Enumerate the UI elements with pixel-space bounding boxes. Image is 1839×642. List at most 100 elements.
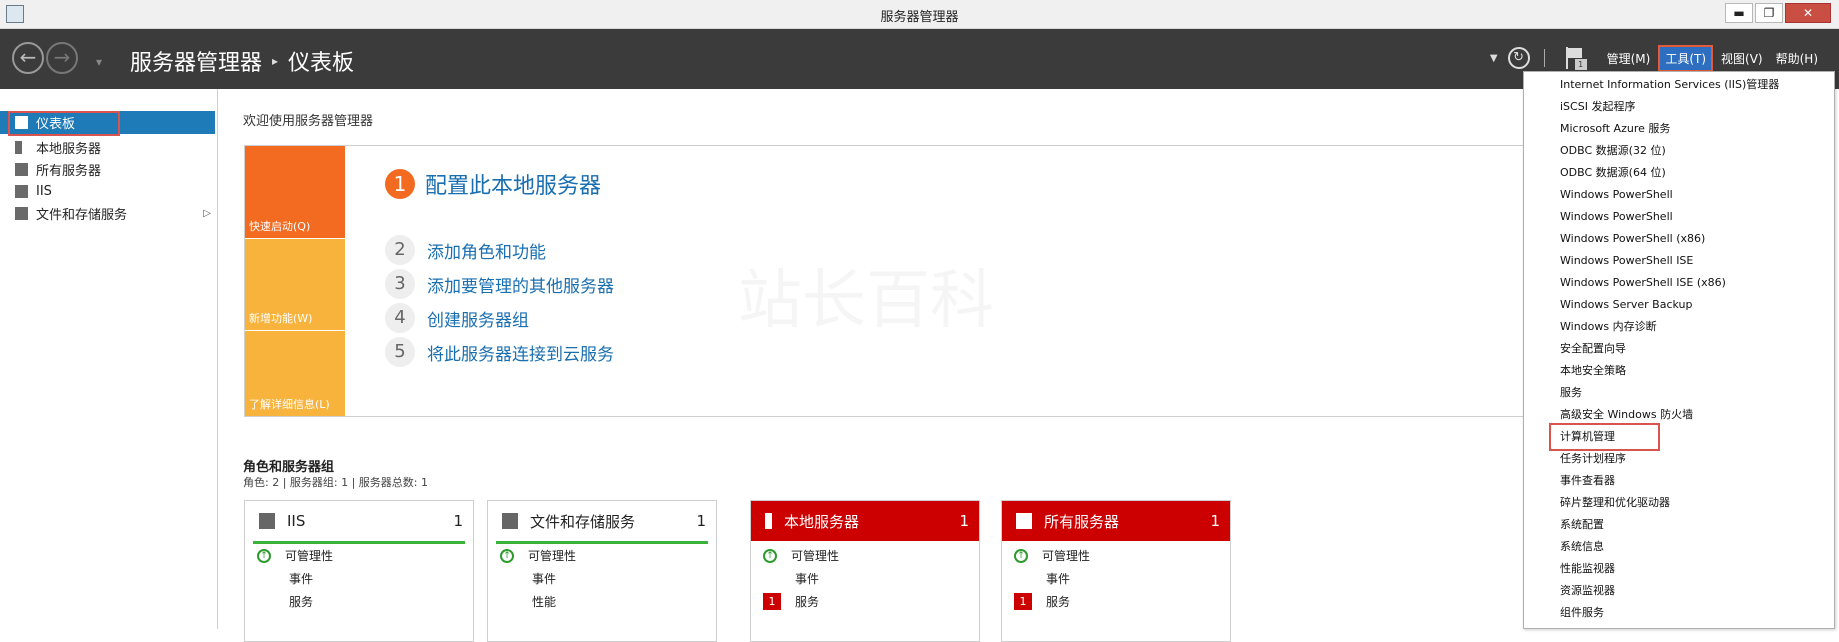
step-connect-cloud[interactable]: 5 将此服务器连接到云服务 [385,337,614,367]
role-card-iis[interactable]: IIS 1 ↑ 可管理性 事件 服务 [244,500,474,642]
menu-item-event-viewer[interactable]: 事件查看器 [1560,471,1615,491]
menu-item-performance-monitor[interactable]: 性能监视器 [1560,559,1615,579]
menu-item-server-backup[interactable]: Windows Server Backup [1560,295,1693,315]
card-row-label: 事件 [532,572,557,586]
menu-item-odbc-64[interactable]: ODBC 数据源(64 位) [1560,163,1666,183]
step-label[interactable]: 将此服务器连接到云服务 [427,340,614,365]
menu-tools[interactable]: 工具(T) [1658,44,1714,72]
iis-icon [15,185,28,198]
role-card-local-server[interactable]: 本地服务器 1 ↑ 可管理性 事件 1 服务 [750,500,980,642]
step-add-servers[interactable]: 3 添加要管理的其他服务器 [385,269,614,299]
welcome-title: 欢迎使用服务器管理器 [243,114,374,129]
watermark: 站长百科 [738,249,994,341]
server-icon [765,513,772,529]
menu-item-task-scheduler[interactable]: 任务计划程序 [1560,449,1626,469]
iis-icon [259,513,275,529]
close-button[interactable]: ✕ [1785,3,1831,23]
restore-button[interactable]: ❐ [1755,3,1783,23]
card-row[interactable]: ↑ 可管理性 [488,544,716,567]
card-row[interactable]: 1 服务 [1002,590,1230,613]
history-dropdown-icon[interactable]: ▾ [96,55,102,69]
card-row[interactable]: 性能 [488,590,716,613]
step-add-roles[interactable]: 2 添加角色和功能 [385,235,546,265]
card-row-label: 事件 [1046,572,1071,586]
notification-count-badge: 1 [1574,59,1587,70]
role-card-file-storage[interactable]: 文件和存储服务 1 ↑ 可管理性 事件 性能 [487,500,717,642]
servers-icon [15,163,28,176]
card-row[interactable]: ↑ 可管理性 [1002,544,1230,567]
sidebar-item-file-storage[interactable]: 文件和存储服务 ▷ [0,202,215,225]
role-card-all-servers[interactable]: 所有服务器 1 ↑ 可管理性 事件 1 服务 [1001,500,1231,642]
card-row[interactable]: 事件 [751,567,979,590]
menu-item-resource-monitor[interactable]: 资源监视器 [1560,581,1615,601]
sidebar-item-label: IIS [36,184,52,199]
ok-up-arrow-icon: ↑ [1014,548,1028,563]
menu-item-powershell-2[interactable]: Windows PowerShell [1560,207,1673,227]
menu-manage[interactable]: 管理(M) [1602,47,1656,70]
card-row[interactable]: ↑ 可管理性 [245,544,473,567]
menu-item-powershell-x86[interactable]: Windows PowerShell (x86) [1560,229,1705,249]
card-row-label: 可管理性 [528,549,577,563]
alert-count-badge: 1 [763,593,781,610]
notifications-flag-icon[interactable]: 1 [1563,47,1587,70]
step-create-group[interactable]: 4 创建服务器组 [385,303,529,333]
breadcrumb: 服务器管理器 ▸ 仪表板 [130,45,354,77]
window-controls: ▬ ❐ ✕ [1723,3,1831,23]
card-row[interactable]: 服务 [245,590,473,613]
step-label[interactable]: 添加要管理的其他服务器 [427,272,614,297]
window-title: 服务器管理器 [880,10,959,25]
menu-item-odbc-32[interactable]: ODBC 数据源(32 位) [1560,141,1666,161]
menu-item-iscsi-initiator[interactable]: iSCSI 发起程序 [1560,97,1635,117]
card-row[interactable]: ↑ 可管理性 [751,544,979,567]
tile-whats-new[interactable]: 新增功能(W) [245,239,345,330]
menu-item-component-services[interactable]: 组件服务 [1560,603,1604,623]
sidebar-item-local-server[interactable]: 本地服务器 [0,136,215,159]
menu-item-memory-diagnostic[interactable]: Windows 内存诊断 [1560,317,1657,337]
sidebar-item-all-servers[interactable]: 所有服务器 [0,158,215,181]
menu-item-defragment[interactable]: 碎片整理和优化驱动器 [1560,493,1670,513]
tile-learn-more[interactable]: 了解详细信息(L) [245,331,345,416]
menu-item-powershell-ise-x86[interactable]: Windows PowerShell ISE (x86) [1560,273,1726,293]
card-row[interactable]: 事件 [245,567,473,590]
card-row[interactable]: 事件 [1002,567,1230,590]
step-label[interactable]: 配置此本地服务器 [425,168,601,200]
minimize-button[interactable]: ▬ [1725,3,1753,23]
menu-item-services[interactable]: 服务 [1560,383,1582,403]
dropdown-arrow-icon[interactable]: ▼ [1490,53,1498,64]
menu-help[interactable]: 帮助(H) [1771,47,1823,70]
card-row-label: 性能 [532,595,557,609]
sidebar-item-label: 文件和存储服务 [36,208,128,223]
menu-item-system-information[interactable]: 系统信息 [1560,537,1604,557]
sidebar-item-iis[interactable]: IIS [0,180,215,203]
card-row[interactable]: 1 服务 [751,590,979,613]
card-header[interactable]: 文件和存储服务 1 [488,501,716,541]
forward-button[interactable]: → [46,42,78,74]
step-number: 4 [385,303,415,333]
expand-arrow-icon[interactable]: ▷ [203,208,211,219]
card-header[interactable]: 所有服务器 1 [1002,501,1230,541]
card-header[interactable]: IIS 1 [245,501,473,541]
menu-item-azure-services[interactable]: Microsoft Azure 服务 [1560,119,1670,139]
menu-item-iis-manager[interactable]: Internet Information Services (IIS)管理器 [1560,75,1779,95]
file-storage-icon [15,207,28,220]
card-row[interactable]: 事件 [488,567,716,590]
ok-up-arrow-icon: ↑ [257,548,271,563]
step-configure-local-server[interactable]: 1 配置此本地服务器 [385,168,601,200]
back-button[interactable]: ← [12,42,44,74]
menu-view[interactable]: 视图(V) [1716,47,1768,70]
step-label[interactable]: 创建服务器组 [427,306,529,331]
menu-item-powershell[interactable]: Windows PowerShell [1560,185,1673,205]
menu-item-system-configuration[interactable]: 系统配置 [1560,515,1604,535]
refresh-icon[interactable]: ↻ [1507,47,1530,69]
card-title: 文件和存储服务 [530,512,636,531]
menu-item-security-wizard[interactable]: 安全配置向导 [1560,339,1626,359]
card-title: 所有服务器 [1044,512,1120,531]
card-header[interactable]: 本地服务器 1 [751,501,979,541]
sidebar-item-label: 本地服务器 [36,142,102,157]
menu-item-powershell-ise[interactable]: Windows PowerShell ISE [1560,251,1693,271]
ok-up-arrow-icon: ↑ [500,548,514,563]
step-label[interactable]: 添加角色和功能 [427,238,546,263]
tile-quick-start[interactable]: 快速启动(Q) [245,146,345,238]
menu-item-firewall[interactable]: 高级安全 Windows 防火墙 [1560,405,1693,425]
menu-item-local-security-policy[interactable]: 本地安全策略 [1560,361,1626,381]
